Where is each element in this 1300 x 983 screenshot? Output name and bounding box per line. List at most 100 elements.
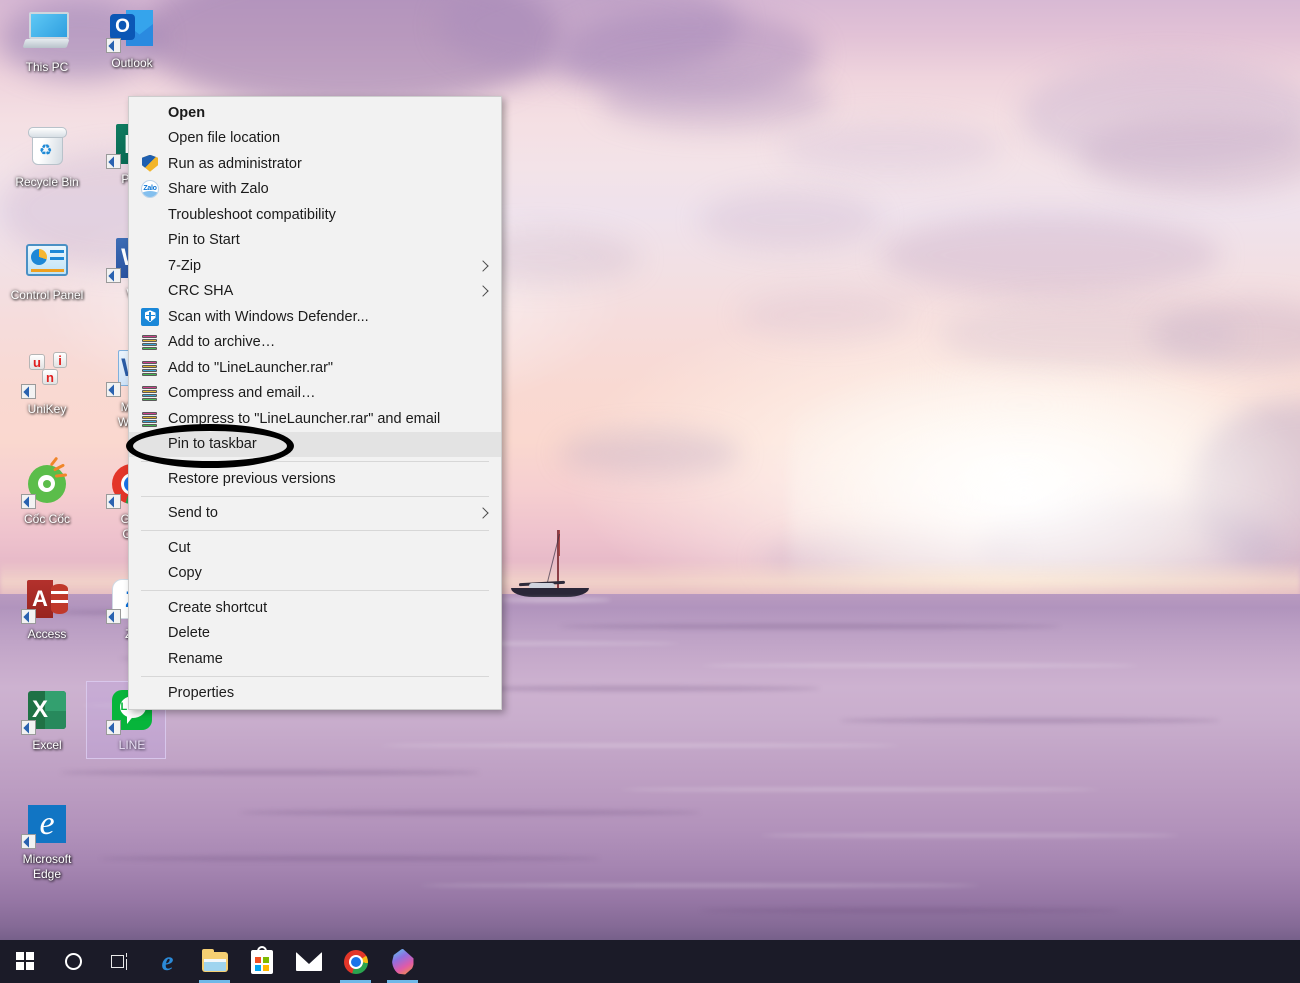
context-menu-item[interactable]: Pin to Start: [129, 228, 501, 254]
context-menu-item-label: Add to archive…: [168, 334, 276, 351]
context-menu-item[interactable]: Run as administrator: [129, 151, 501, 177]
context-menu-item-label: Open: [168, 104, 206, 121]
context-menu-item[interactable]: Open file location: [129, 126, 501, 152]
shortcut-arrow-icon: [106, 494, 121, 509]
context-menu-item-label: Compress to "LineLauncher.rar" and email: [168, 410, 441, 427]
desktop-icon-label: Access: [27, 627, 67, 641]
shortcut-arrow-icon: [21, 384, 36, 399]
windows-defender-icon: [141, 307, 159, 326]
desktop-icon-label: Excel: [32, 738, 62, 752]
desktop-icon-excel[interactable]: X Excel: [5, 686, 89, 753]
taskbar-file-explorer[interactable]: [191, 940, 238, 983]
uac-shield-icon: [141, 155, 159, 173]
desktop[interactable]: This PC O Outlook ♻ Recycle Bin P Pub Co…: [0, 0, 1300, 983]
context-menu-item-label: CRC SHA: [168, 283, 234, 300]
desktop-icon-label: This PC: [25, 60, 69, 74]
winrar-icon: [141, 384, 159, 402]
desktop-icon-label: UniKey: [27, 402, 67, 416]
context-menu-item[interactable]: Create shortcut: [129, 595, 501, 621]
context-menu-item-label: Run as administrator: [168, 155, 302, 172]
zalo-icon: Zalo: [141, 180, 159, 199]
unikey-icon: uin: [21, 350, 71, 399]
desktop-icon-this-pc[interactable]: This PC: [5, 8, 89, 75]
context-menu-item-label: Copy: [168, 565, 202, 582]
context-menu-item-label: Pin to Start: [168, 232, 240, 249]
context-menu-item-label: Delete: [168, 625, 210, 642]
taskbar-microsoft-store[interactable]: [238, 940, 285, 983]
context-menu-item[interactable]: Zalo Share with Zalo: [129, 177, 501, 203]
context-menu-item[interactable]: Properties: [129, 681, 501, 707]
context-menu-item-label: Share with Zalo: [168, 181, 269, 198]
context-menu-item-label: Troubleshoot compatibility: [168, 206, 336, 223]
context-menu-item[interactable]: Copy: [129, 561, 501, 587]
context-menu-item[interactable]: Compress to "LineLauncher.rar" and email: [129, 406, 501, 432]
context-menu-item[interactable]: Add to "LineLauncher.rar": [129, 355, 501, 381]
access-icon: A: [21, 575, 71, 624]
desktop-icon-access[interactable]: A Access: [5, 575, 89, 642]
desktop-icon-recycle-bin[interactable]: ♻ Recycle Bin: [5, 123, 89, 190]
control-panel-icon: [23, 236, 71, 284]
wallpaper-sailboat: [501, 530, 611, 602]
context-menu-item[interactable]: Restore previous versions: [129, 466, 501, 492]
desktop-icon-microsoft-edge[interactable]: e Microsoft Edge: [5, 800, 89, 882]
task-view-button[interactable]: [97, 940, 144, 983]
shortcut-arrow-icon: [106, 609, 121, 624]
start-button[interactable]: [0, 940, 50, 983]
desktop-icon-coc-coc[interactable]: Cốc Cốc: [5, 456, 89, 527]
shortcut-arrow-icon: [106, 720, 121, 735]
context-menu-item[interactable]: Add to archive…: [129, 330, 501, 356]
context-menu-item-label: 7-Zip: [168, 257, 202, 274]
recycle-bin-icon: ♻: [23, 123, 71, 171]
chrome-icon: [343, 949, 368, 974]
mail-envelope-icon: [295, 952, 322, 971]
taskbar[interactable]: e: [0, 940, 1300, 983]
desktop-icon-outlook[interactable]: O Outlook: [90, 4, 174, 71]
desktop-icon-label: Outlook: [111, 56, 153, 70]
context-menu-item-label: Open file location: [168, 130, 281, 147]
context-menu-item[interactable]: Open: [129, 100, 501, 126]
desktop-icon-control-panel[interactable]: Control Panel: [5, 236, 89, 303]
shortcut-arrow-icon: [21, 609, 36, 624]
shortcut-arrow-icon: [106, 38, 121, 53]
edge-icon: e: [21, 800, 71, 849]
context-menu-item[interactable]: Rename: [129, 646, 501, 672]
menu-separator: [141, 675, 489, 677]
taskbar-mail[interactable]: [285, 940, 332, 983]
context-menu-item[interactable]: Cut: [129, 535, 501, 561]
taskbar-microsoft-edge[interactable]: e: [144, 940, 191, 983]
context-menu-item-label: Restore previous versions: [168, 470, 336, 487]
folder-icon: [201, 948, 228, 972]
taskbar-google-chrome[interactable]: [332, 940, 379, 983]
desktop-icon-label: Recycle Bin: [15, 175, 79, 189]
context-menu-item-label: Add to "LineLauncher.rar": [168, 359, 334, 376]
excel-icon: X: [21, 686, 71, 735]
coc-coc-icon: [21, 456, 71, 509]
context-menu-item[interactable]: Scan with Windows Defender...: [129, 304, 501, 330]
desktop-icon-label: Cốc Cốc: [23, 512, 70, 526]
context-menu-item[interactable]: 7-Zip: [129, 253, 501, 279]
store-bag-icon: [250, 945, 273, 974]
context-menu-item[interactable]: Pin to taskbar: [129, 431, 501, 457]
menu-separator: [141, 461, 489, 462]
winrar-icon: [141, 359, 159, 377]
cortana-search-button[interactable]: [50, 940, 97, 983]
desktop-icon-unikey[interactable]: uin UniKey: [5, 350, 89, 417]
context-menu-item[interactable]: Send to: [129, 501, 501, 527]
context-menu-item[interactable]: Compress and email…: [129, 381, 501, 407]
chevron-right-icon: [477, 260, 489, 272]
menu-separator: [141, 590, 489, 591]
context-menu-item[interactable]: Delete: [129, 621, 501, 647]
shortcut-arrow-icon: [21, 834, 36, 849]
desktop-icon-label-2: Edge: [32, 867, 62, 881]
coccoc-drop-icon: [391, 948, 414, 975]
context-menu[interactable]: Open Open file location Run as administrat…: [128, 96, 502, 710]
chevron-right-icon: [477, 507, 489, 519]
context-menu-item[interactable]: Troubleshoot compatibility: [129, 202, 501, 228]
context-menu-item[interactable]: CRC SHA: [129, 279, 501, 305]
outlook-icon: O: [106, 4, 156, 53]
context-menu-item-label: Compress and email…: [168, 385, 316, 402]
edge-icon: e: [161, 946, 174, 976]
taskbar-coc-coc[interactable]: [379, 940, 426, 983]
context-menu-item-label: Send to: [168, 505, 218, 522]
shortcut-arrow-icon: [21, 720, 36, 735]
